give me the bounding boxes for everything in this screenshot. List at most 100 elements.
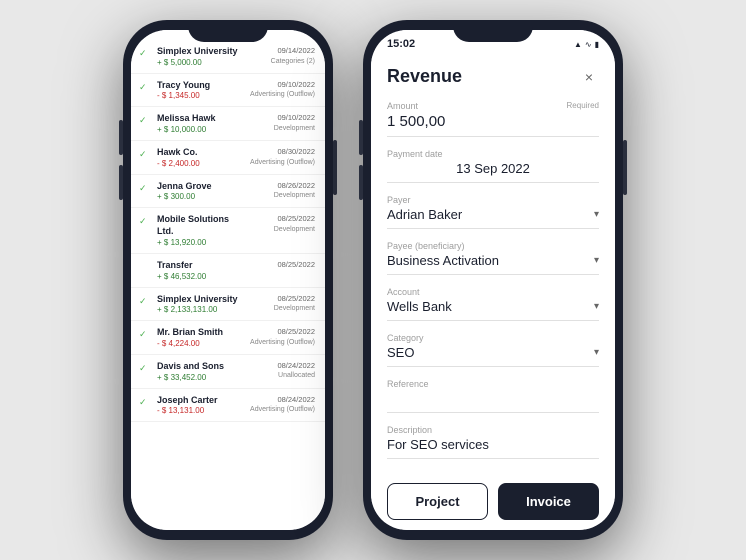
list-item[interactable]: ✓Simplex University+ $ 2,133,131.0008/25… — [131, 288, 325, 322]
transaction-name: Mobile Solutions Ltd. — [157, 214, 246, 237]
list-item[interactable]: ✓Jenna Grove+ $ 300.0008/26/2022Developm… — [131, 175, 325, 209]
category-field[interactable]: Category SEO ▾ — [387, 333, 599, 367]
transaction-name: Davis and Sons — [157, 361, 246, 373]
account-label: Account — [387, 287, 420, 297]
right-screen: 15:02 ▲ ∿ ▮ Revenue × Amount Required — [371, 30, 615, 530]
transaction-list[interactable]: ✓Simplex University+ $ 5,000.0009/14/202… — [131, 30, 325, 530]
power-button[interactable] — [333, 140, 337, 195]
transaction-date: 08/26/2022 — [250, 181, 315, 192]
transaction-category: Categories (2) — [250, 57, 315, 67]
description-field[interactable]: Description For SEO services — [387, 425, 599, 459]
transaction-name: Mr. Brian Smith — [157, 327, 246, 339]
amount-required: Required — [567, 101, 599, 111]
notch-right — [453, 20, 533, 42]
amount-value: 1 500,00 — [387, 113, 599, 130]
transaction-date: 09/14/2022 — [250, 46, 315, 57]
transaction-date: 08/24/2022 — [250, 395, 315, 406]
transaction-name: Joseph Carter — [157, 395, 246, 407]
right-phone: 15:02 ▲ ∿ ▮ Revenue × Amount Required — [363, 20, 623, 540]
check-icon: ✓ — [139, 48, 153, 59]
list-item[interactable]: ✓ Transfer+ $ 46,532.00 08/25/2022 — [131, 254, 325, 288]
category-value: SEO — [387, 345, 414, 360]
payment-date-value: 13 Sep 2022 — [387, 161, 599, 176]
status-icons: ▲ ∿ ▮ — [574, 40, 599, 49]
list-item[interactable]: ✓Mobile Solutions Ltd.+ $ 13,920.0008/25… — [131, 208, 325, 253]
list-item[interactable]: ✓Melissa Hawk+ $ 10,000.0009/10/2022Deve… — [131, 107, 325, 141]
transaction-amount: - $ 13,131.00 — [157, 406, 246, 415]
project-button[interactable]: Project — [387, 483, 488, 520]
account-value: Wells Bank — [387, 299, 452, 314]
transaction-amount: + $ 2,133,131.00 — [157, 305, 246, 314]
check-icon: ✓ — [139, 363, 153, 374]
transaction-name: Hawk Co. — [157, 147, 246, 159]
volume-up-button-right[interactable] — [359, 120, 363, 155]
power-button-right[interactable] — [623, 140, 627, 195]
account-field[interactable]: Account Wells Bank ▾ — [387, 287, 599, 321]
category-chevron-icon: ▾ — [594, 347, 599, 358]
payment-date-label: Payment date — [387, 149, 443, 159]
transaction-screen: ✓Simplex University+ $ 5,000.0009/14/202… — [131, 30, 325, 530]
check-icon: ✓ — [139, 262, 153, 273]
check-icon: ✓ — [139, 149, 153, 160]
payer-label: Payer — [387, 195, 411, 205]
transaction-amount: - $ 2,400.00 — [157, 159, 246, 168]
payer-field[interactable]: Payer Adrian Baker ▾ — [387, 195, 599, 229]
home-indicator[interactable] — [198, 522, 258, 526]
transaction-category: Development — [250, 124, 315, 134]
amount-field[interactable]: Amount Required 1 500,00 — [387, 101, 599, 137]
amount-label: Amount — [387, 101, 418, 111]
check-icon: ✓ — [139, 397, 153, 408]
payee-field[interactable]: Payee (beneficiary) Business Activation … — [387, 241, 599, 275]
left-screen: ✓Simplex University+ $ 5,000.0009/14/202… — [131, 30, 325, 530]
revenue-header: Revenue × — [387, 66, 599, 87]
transaction-category: Unallocated — [250, 371, 315, 381]
reference-field[interactable]: Reference — [387, 379, 599, 413]
signal-icon: ▲ — [574, 40, 582, 49]
list-item[interactable]: ✓Mr. Brian Smith- $ 4,224.0008/25/2022Ad… — [131, 321, 325, 355]
transaction-date: 09/10/2022 — [250, 113, 315, 124]
home-indicator-right[interactable] — [463, 522, 523, 526]
payment-date-field[interactable]: Payment date 13 Sep 2022 — [387, 149, 599, 183]
check-icon: ✓ — [139, 82, 153, 93]
close-button[interactable]: × — [579, 67, 599, 87]
transaction-amount: + $ 33,452.00 — [157, 373, 246, 382]
check-icon: ✓ — [139, 183, 153, 194]
payer-value: Adrian Baker — [387, 207, 462, 222]
list-item[interactable]: ✓ Joseph Carter- $ 13,131.00 08/24/2022Adv… — [131, 389, 325, 423]
transaction-category: Advertising (Outflow) — [250, 405, 315, 415]
transaction-amount: - $ 4,224.00 — [157, 339, 246, 348]
transaction-category: Development — [250, 304, 315, 314]
right-screen-content: 15:02 ▲ ∿ ▮ Revenue × Amount Required — [371, 30, 615, 530]
transaction-date: 08/24/2022 — [250, 361, 315, 372]
check-icon: ✓ — [139, 115, 153, 126]
invoice-button[interactable]: Invoice — [498, 483, 599, 520]
list-item[interactable]: ✓Tracy Young- $ 1,345.0009/10/2022Advert… — [131, 74, 325, 108]
list-item[interactable]: ✓ Davis and Sons+ $ 33,452.00 08/24/2022Un… — [131, 355, 325, 389]
check-icon: ✓ — [139, 216, 153, 227]
volume-down-button[interactable] — [119, 165, 123, 200]
list-item[interactable]: ✓Simplex University+ $ 5,000.0009/14/202… — [131, 40, 325, 74]
list-item[interactable]: ✓Hawk Co.- $ 2,400.0008/30/2022Advertisi… — [131, 141, 325, 175]
reference-label: Reference — [387, 379, 429, 389]
transaction-amount: + $ 46,532.00 — [157, 272, 246, 281]
transaction-date: 08/25/2022 — [250, 327, 315, 338]
account-chevron-icon: ▾ — [594, 301, 599, 312]
status-time: 15:02 — [387, 38, 415, 50]
transaction-date: 08/25/2022 — [250, 260, 315, 271]
transaction-name: Transfer — [157, 260, 246, 272]
payee-chevron-icon: ▾ — [594, 255, 599, 266]
transaction-name: Tracy Young — [157, 80, 246, 92]
reference-value — [387, 391, 599, 406]
transaction-amount: + $ 10,000.00 — [157, 125, 246, 134]
transaction-category: Advertising (Outflow) — [250, 90, 315, 100]
battery-icon: ▮ — [595, 40, 599, 49]
volume-down-button-right[interactable] — [359, 165, 363, 200]
transaction-amount: + $ 300.00 — [157, 192, 246, 201]
volume-up-button[interactable] — [119, 120, 123, 155]
transaction-category: Development — [250, 225, 315, 235]
transaction-name: Jenna Grove — [157, 181, 246, 193]
category-label: Category — [387, 333, 424, 343]
transaction-date: 09/10/2022 — [250, 80, 315, 91]
left-phone: ✓Simplex University+ $ 5,000.0009/14/202… — [123, 20, 333, 540]
revenue-form: Revenue × Amount Required 1 500,00 Payme… — [371, 54, 615, 473]
